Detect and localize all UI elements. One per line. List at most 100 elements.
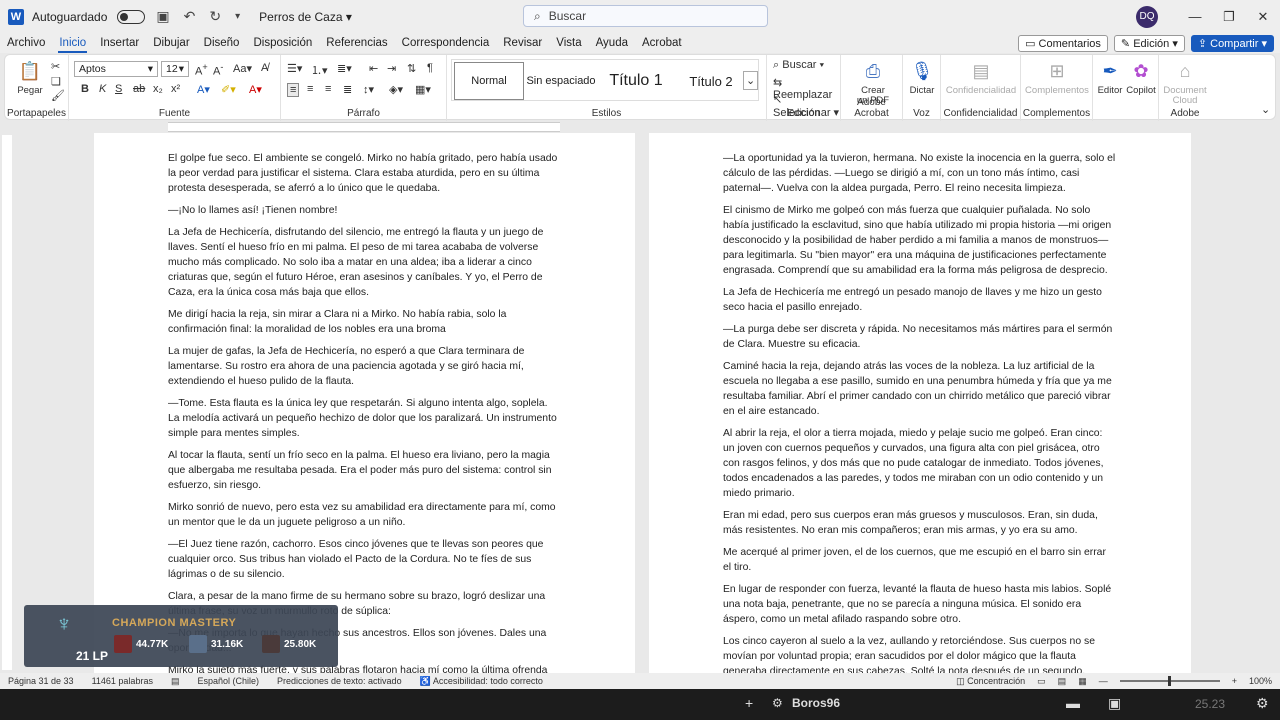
accessibility[interactable]: ♿ Accesibilidad: todo correcto [420, 676, 543, 687]
paragraph[interactable]: Al abrir la reja, el olor a tierra mojad… [723, 426, 1116, 501]
tab-acrobat[interactable]: Acrobat [635, 33, 689, 53]
find-button[interactable]: ⌕ Buscar ▾ [773, 59, 824, 72]
text-predictions[interactable]: Predicciones de texto: activado [277, 676, 402, 686]
tab-diseno[interactable]: Diseño [197, 33, 247, 53]
collapse-ribbon-icon[interactable]: ⌄ [1261, 103, 1270, 116]
document-cloud-button[interactable]: ⌂ Document Cloud [1161, 59, 1209, 106]
document-name[interactable]: Perros de Caza ▾ [259, 10, 352, 24]
increase-indent-icon[interactable]: ⇥ [387, 62, 396, 75]
avatar[interactable]: DQ [1136, 5, 1158, 28]
tab-archivo[interactable]: Archivo [0, 33, 52, 53]
paragraph[interactable]: —¡No lo llames así! ¡Tienen nombre! [168, 203, 561, 218]
paste-button[interactable]: 📋 Pegar [13, 59, 47, 96]
justify-icon[interactable]: ≣ [343, 83, 352, 96]
settings-icon[interactable]: ⚙ [1256, 695, 1269, 712]
language[interactable]: Español (Chile) [197, 676, 259, 686]
tab-disposicion[interactable]: Disposición [246, 33, 319, 53]
style-no-spacing[interactable]: Sin espaciado [526, 62, 596, 100]
paragraph[interactable]: Mirko sonrió de nuevo, pero esta vez su … [168, 500, 561, 530]
paragraph[interactable]: Me dirigí hacia la reja, sin mirar a Cla… [168, 307, 561, 337]
style-heading-1[interactable]: Título 1 [598, 62, 674, 100]
tab-vista[interactable]: Vista [549, 33, 588, 53]
styles-more-icon[interactable]: ⌄ [743, 71, 759, 90]
cut-icon[interactable]: ✂ [51, 60, 60, 73]
editor-button[interactable]: ✒ Editor [1095, 59, 1125, 96]
page-count[interactable]: Página 31 de 33 [8, 676, 74, 686]
paragraph[interactable]: La Jefa de Hechicería, disfrutando del s… [168, 225, 561, 300]
save-icon[interactable]: ▣ [153, 8, 172, 25]
paragraph[interactable]: La mujer de gafas, la Jefa de Hechicería… [168, 344, 561, 389]
paragraph[interactable]: —La oportunidad ya la tuvieron, hermana.… [723, 151, 1116, 196]
align-right-icon[interactable]: ≡ [325, 83, 331, 95]
tab-correspondencia[interactable]: Correspondencia [395, 33, 497, 53]
proofing-icon[interactable]: ▤ [171, 676, 180, 687]
format-painter-icon[interactable]: 🖌 [51, 89, 65, 102]
paragraph[interactable]: Los cinco cayeron al suelo a la vez, aul… [723, 634, 1116, 673]
copy-icon[interactable]: ❏ [51, 75, 61, 88]
paragraph[interactable]: La Jefa de Hechicería me entregó un pesa… [723, 285, 1116, 315]
add-icon[interactable]: + [745, 695, 753, 711]
shading-icon[interactable]: ◈▾ [389, 83, 403, 96]
underline-icon[interactable]: S [115, 83, 122, 95]
strikethrough-icon[interactable]: ab [133, 83, 145, 95]
close-icon[interactable]: ✕ [1246, 9, 1280, 25]
align-left-icon[interactable]: ≡ [287, 83, 300, 97]
autosave-toggle[interactable] [117, 9, 146, 24]
paragraph[interactable]: El golpe fue seco. El ambiente se congel… [168, 151, 561, 196]
tab-inicio[interactable]: Inicio [52, 33, 93, 53]
minimize-icon[interactable]: — [1178, 9, 1212, 24]
page-left[interactable]: El golpe fue seco. El ambiente se congel… [94, 133, 635, 673]
style-normal[interactable]: Normal [454, 62, 524, 100]
zoom-in-icon[interactable]: + [1232, 676, 1237, 686]
addins-button[interactable]: ⊞ Complementos [1025, 59, 1089, 96]
superscript-icon[interactable]: x² [171, 83, 180, 95]
zoom-level[interactable]: 100% [1249, 676, 1272, 686]
italic-icon[interactable]: K [99, 83, 106, 95]
zoom-out-icon[interactable]: — [1099, 676, 1108, 686]
web-layout-icon[interactable]: ▦ [1078, 676, 1087, 687]
paragraph[interactable]: Eran mi edad, pero sus cuerpos eran más … [723, 508, 1116, 538]
customize-qat-icon[interactable]: ▾ [232, 11, 243, 22]
paragraph[interactable]: Me acerqué al primer joven, el de los cu… [723, 545, 1116, 575]
store-icon[interactable]: ▣ [1108, 695, 1121, 712]
multilevel-list-icon[interactable]: ≣▾ [337, 62, 352, 75]
change-case-icon[interactable]: Aa▾ [233, 62, 252, 75]
text-effects-icon[interactable]: A▾ [197, 83, 210, 96]
comments-button[interactable]: ▭ Comentarios [1018, 34, 1108, 52]
align-center-icon[interactable]: ≡ [307, 83, 313, 95]
paragraph[interactable]: El cinismo de Mirko me golpeó con más fu… [723, 203, 1116, 278]
paragraph[interactable]: En lugar de responder con fuerza, levant… [723, 582, 1116, 627]
decrease-indent-icon[interactable]: ⇤ [369, 62, 378, 75]
copilot-button[interactable]: ✿ Copilot [1125, 59, 1157, 96]
font-color-icon[interactable]: A▾ [249, 83, 262, 96]
vertical-ruler[interactable] [2, 135, 12, 670]
zoom-slider[interactable] [1119, 676, 1220, 686]
paragraph[interactable]: —La purga debe ser discreta y rápida. No… [723, 322, 1116, 352]
font-name-input[interactable]: Aptos ▾ [74, 61, 158, 77]
clear-format-icon[interactable]: A̸ [261, 62, 268, 74]
tab-insertar[interactable]: Insertar [93, 33, 146, 53]
paragraph[interactable]: —El Juez tiene razón, cachorro. Esos cin… [168, 537, 561, 582]
page-right[interactable]: —La oportunidad ya la tuvieron, hermana.… [649, 133, 1191, 673]
redo-icon[interactable]: ↻ [206, 8, 224, 25]
tab-ayuda[interactable]: Ayuda [589, 33, 635, 53]
tab-dibujar[interactable]: Dibujar [146, 33, 196, 53]
focus-button[interactable]: ◫ Concentración [956, 676, 1025, 687]
sensitivity-button[interactable]: ▤ Confidencialidad [945, 59, 1017, 96]
line-spacing-icon[interactable]: ↕▾ [363, 83, 374, 96]
read-mode-icon[interactable]: ▭ [1037, 676, 1046, 687]
chat-icon[interactable]: ▬ [1066, 695, 1080, 711]
paragraph[interactable]: —Tome. Esta flauta es la única ley que r… [168, 396, 561, 441]
style-heading-2[interactable]: Título 2 [676, 62, 746, 100]
shrink-font-icon[interactable]: A- [213, 62, 223, 78]
font-size-input[interactable]: 12 ▾ [161, 61, 189, 77]
borders-icon[interactable]: ▦▾ [415, 83, 431, 96]
share-button[interactable]: ⇪ Compartir ▾ [1190, 34, 1274, 52]
print-layout-icon[interactable]: ▤ [1058, 676, 1067, 687]
horizontal-ruler[interactable] [0, 121, 1280, 133]
search-input[interactable]: ⌕ Buscar [523, 5, 768, 27]
editing-mode-button[interactable]: ✎ Edición ▾ [1113, 34, 1185, 52]
restore-icon[interactable]: ❐ [1212, 9, 1246, 25]
bullets-icon[interactable]: ☰▾ [287, 62, 302, 75]
sort-icon[interactable]: ⇅ [407, 62, 416, 75]
